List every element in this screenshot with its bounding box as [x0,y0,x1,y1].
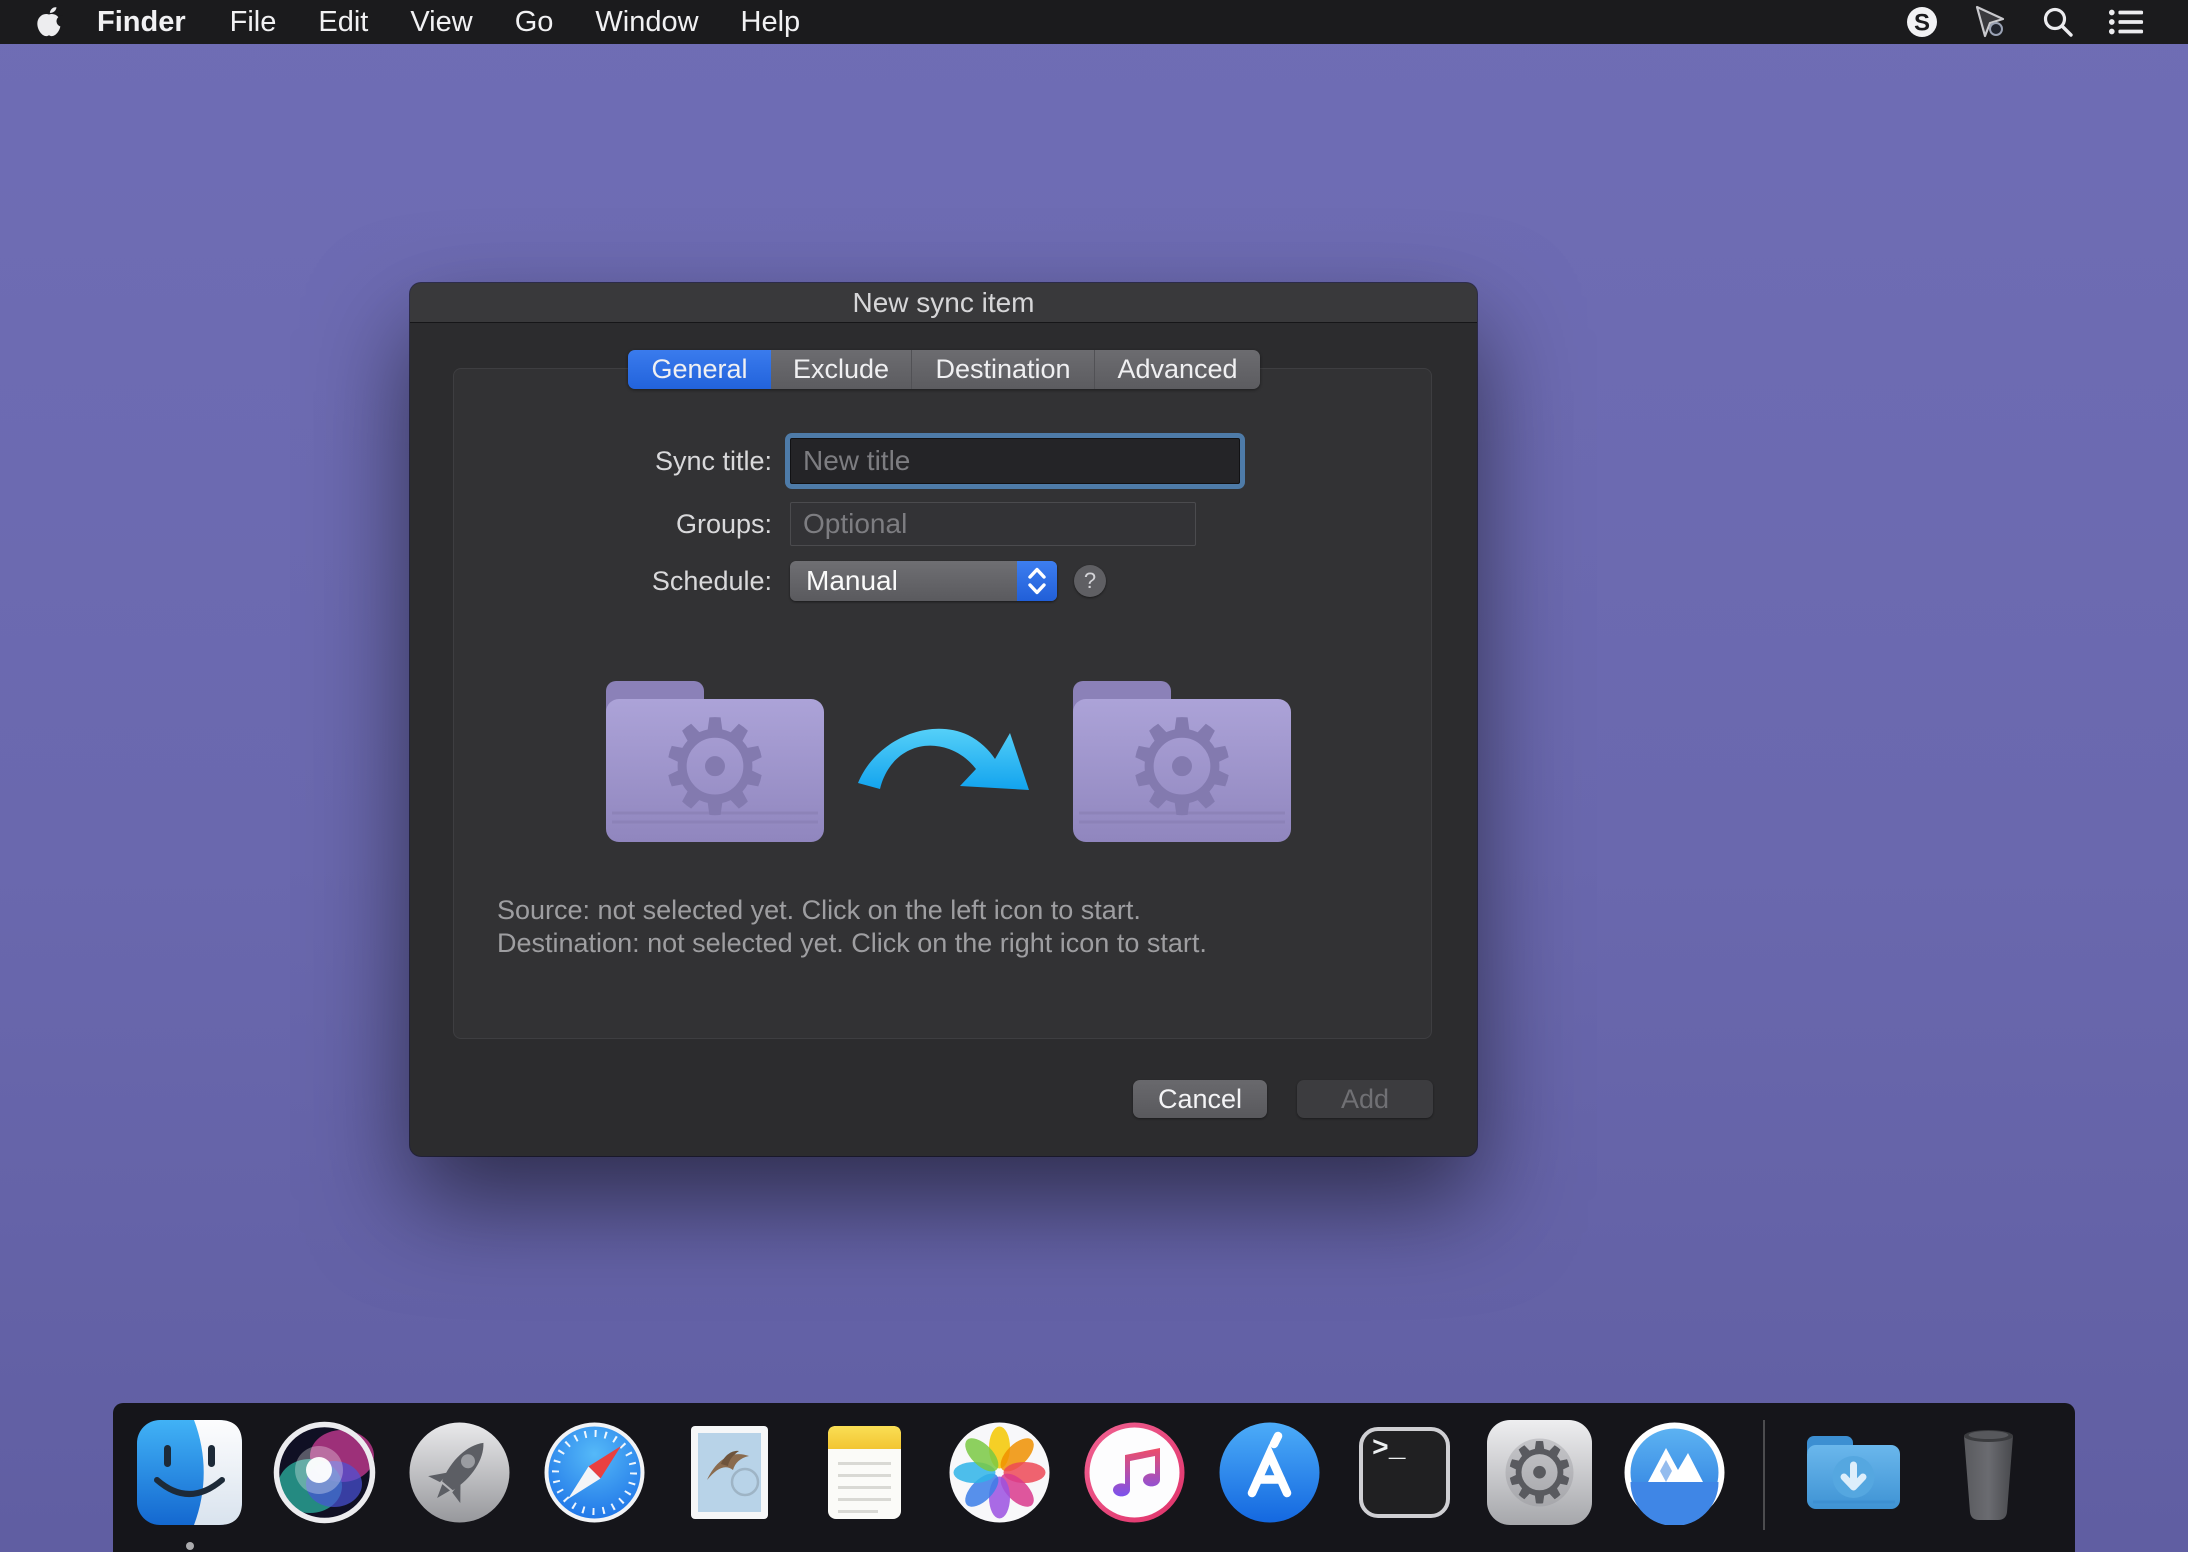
sync-direction-arrow-icon [848,711,1034,807]
dock-photos-icon[interactable] [947,1420,1052,1525]
source-status-text: Source: not selected yet. Click on the l… [497,895,1141,926]
help-button[interactable]: ? [1074,565,1106,597]
finder-running-indicator [186,1542,194,1550]
dock-system-preferences-icon[interactable]: ⚙ [1487,1420,1592,1525]
dock-mail-icon[interactable] [677,1420,782,1525]
tab-advanced-label: Advanced [1117,354,1237,385]
dialog-title: New sync item [410,283,1477,323]
source-folder-icon[interactable]: ⚙ [598,673,832,850]
dock-notes-icon[interactable] [812,1420,917,1525]
tab-exclude-label: Exclude [793,354,889,385]
chevron-up-down-icon [1017,561,1057,601]
add-button[interactable]: Add [1297,1080,1433,1118]
schedule-label: Schedule: [470,566,772,597]
destination-folder-icon[interactable]: ⚙ [1065,673,1299,850]
menu-item-window[interactable]: Window [574,0,719,44]
dock-music-icon[interactable] [1082,1420,1187,1525]
schedule-dropdown[interactable]: Manual [790,561,1057,601]
svg-text:⚙: ⚙ [1502,1424,1577,1522]
dock-app-store-icon[interactable] [1217,1420,1322,1525]
svg-text:⚙: ⚙ [656,691,774,845]
dock-launchpad-icon[interactable] [407,1420,512,1525]
dock-trash-icon[interactable] [1936,1420,2041,1525]
tab-destination-label: Destination [935,354,1070,385]
groups-input[interactable] [790,502,1196,546]
sync-title-input[interactable] [790,438,1240,484]
screen-capture-cursor-icon[interactable] [1972,4,2008,40]
tab-advanced[interactable]: Advanced [1094,350,1260,389]
spotlight-search-icon[interactable] [2040,4,2076,40]
dock-siri-icon[interactable] [272,1420,377,1525]
apple-menu-icon[interactable] [34,4,64,40]
menu-bar: Finder File Edit View Go Window Help S [0,0,2188,44]
notification-list-icon[interactable] [2108,4,2144,40]
dock-terminal-icon[interactable]: >_ [1352,1420,1457,1525]
destination-status-text: Destination: not selected yet. Click on … [497,928,1207,959]
menu-item-view[interactable]: View [389,0,493,44]
groups-label: Groups: [470,509,772,540]
dock-safari-icon[interactable] [542,1420,647,1525]
menu-item-go[interactable]: Go [494,0,575,44]
new-sync-item-dialog: New sync item General Exclude Destinatio… [410,283,1477,1156]
desktop: Finder File Edit View Go Window Help S [0,0,2188,1552]
tab-general-label: General [651,354,747,385]
tab-exclude[interactable]: Exclude [771,350,911,389]
svg-text:⚙: ⚙ [1123,691,1241,845]
dock-finder-icon[interactable] [137,1420,242,1525]
svg-text:>_: >_ [1372,1434,1406,1465]
sync-title-label: Sync title: [470,446,772,477]
menu-item-help[interactable]: Help [720,0,822,44]
dock-divider [1763,1420,1765,1530]
tab-destination[interactable]: Destination [911,350,1094,389]
tab-bar: General Exclude Destination Advanced [628,350,1260,389]
tab-general[interactable]: General [628,350,771,389]
schedule-dropdown-value: Manual [806,565,898,596]
dock: >_ ⚙ [113,1403,2075,1552]
svg-text:S: S [1914,10,1930,37]
menu-bar-status-area: S [1904,4,2188,40]
sync-title-focus-ring [785,433,1245,489]
cancel-button[interactable]: Cancel [1133,1080,1267,1118]
menu-item-file[interactable]: File [209,0,298,44]
dock-downloads-folder-icon[interactable] [1801,1420,1906,1525]
sync-app-menu-icon[interactable]: S [1904,4,1940,40]
dock-app-cleaner-icon[interactable] [1622,1420,1727,1525]
menu-item-edit[interactable]: Edit [297,0,389,44]
menu-item-finder[interactable]: Finder [74,0,209,44]
